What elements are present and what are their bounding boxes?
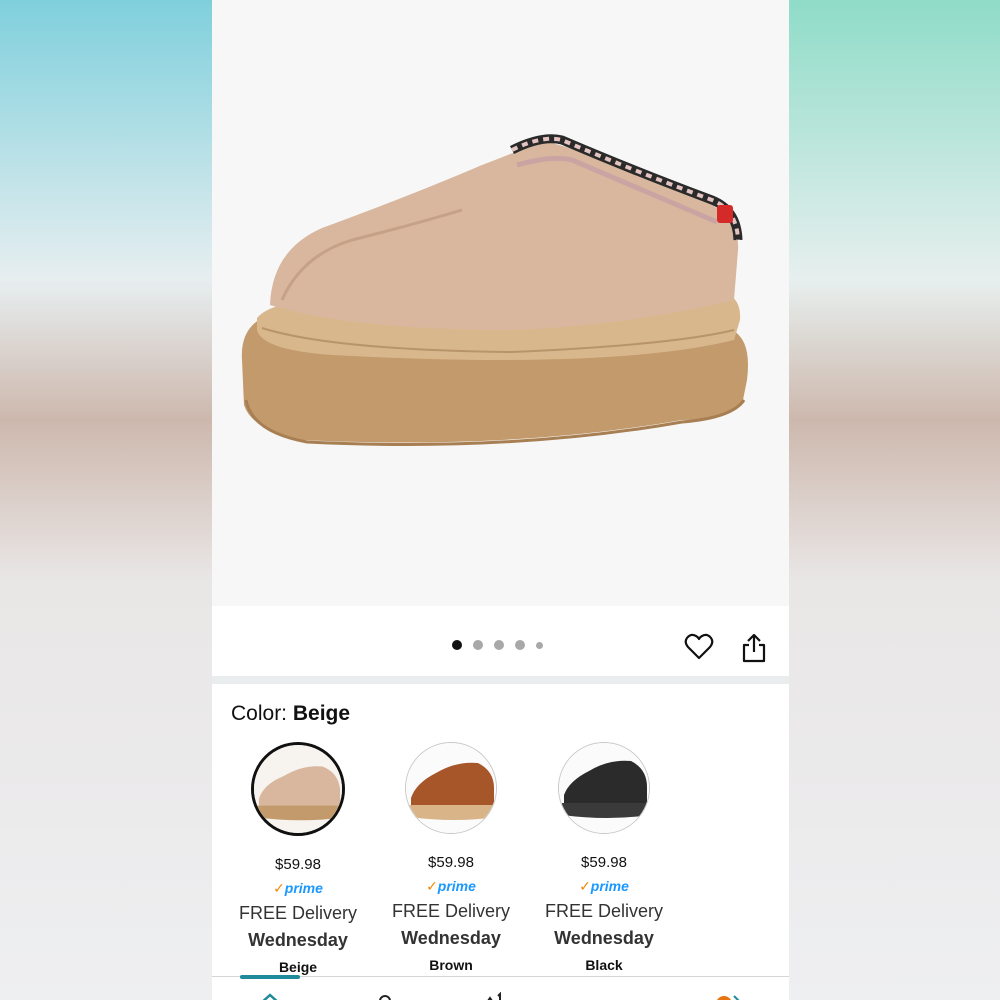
- prime-badge: ✓prime: [426, 878, 476, 894]
- delivery-label: FREE Delivery: [391, 901, 511, 921]
- pager-dot[interactable]: [473, 640, 483, 650]
- delivery-label: FREE Delivery: [238, 903, 358, 923]
- swatch-brown[interactable]: $59.98 ✓prime FREE Delivery Wednesday Br…: [381, 742, 521, 973]
- home-icon[interactable]: [255, 991, 285, 1000]
- delivery-day: Wednesday: [248, 930, 348, 950]
- cart-icon[interactable]: [480, 991, 510, 1000]
- color-selector-panel: Color: Beige $59.98 ✓prime FREE Delivery…: [212, 684, 789, 1000]
- swatch-color-name: Brown: [429, 957, 473, 973]
- product-image: [241, 134, 749, 446]
- prime-badge: ✓prime: [579, 878, 629, 894]
- swatch-price: $59.98: [581, 854, 627, 871]
- image-pager-dots[interactable]: [452, 640, 543, 650]
- active-tab-indicator: [240, 975, 300, 979]
- color-label: Color: Beige: [231, 702, 350, 726]
- pager-dot[interactable]: [515, 640, 525, 650]
- profile-icon[interactable]: [370, 991, 400, 1000]
- prime-badge: ✓prime: [273, 880, 323, 896]
- selected-color-value: Beige: [292, 702, 351, 725]
- heart-icon[interactable]: [684, 632, 714, 662]
- swatch-price: $59.98: [275, 856, 321, 873]
- color-label-text: Color:: [231, 702, 288, 725]
- swatch-black[interactable]: $59.98 ✓prime FREE Delivery Wednesday Bl…: [534, 742, 674, 973]
- delivery-label: FREE Delivery: [544, 901, 664, 921]
- swatch-thumbnail[interactable]: [405, 742, 497, 834]
- product-image-area[interactable]: [212, 0, 789, 606]
- swatch-thumbnail[interactable]: [558, 742, 650, 834]
- swatch-color-name: Beige: [278, 959, 318, 975]
- pager-dot[interactable]: [536, 641, 543, 649]
- left-background-panel: [0, 0, 212, 1000]
- rufus-icon[interactable]: [712, 991, 742, 1000]
- menu-icon[interactable]: [602, 991, 632, 1000]
- pager-dot[interactable]: [494, 640, 504, 650]
- phone-screen: Color: Beige $59.98 ✓prime FREE Delivery…: [212, 0, 789, 1000]
- delivery-day: Wednesday: [554, 928, 654, 948]
- right-background-panel: [789, 0, 1000, 1000]
- delivery-day: Wednesday: [401, 928, 501, 948]
- pager-dot[interactable]: [452, 640, 462, 650]
- bottom-nav-bar: [212, 975, 789, 1000]
- swatch-color-name: Black: [585, 957, 623, 973]
- swatch-beige[interactable]: $59.98 ✓prime FREE Delivery Wednesday Be…: [228, 742, 368, 975]
- share-icon[interactable]: [739, 632, 769, 664]
- swatch-price: $59.98: [428, 854, 474, 871]
- swatch-thumbnail[interactable]: [251, 742, 345, 836]
